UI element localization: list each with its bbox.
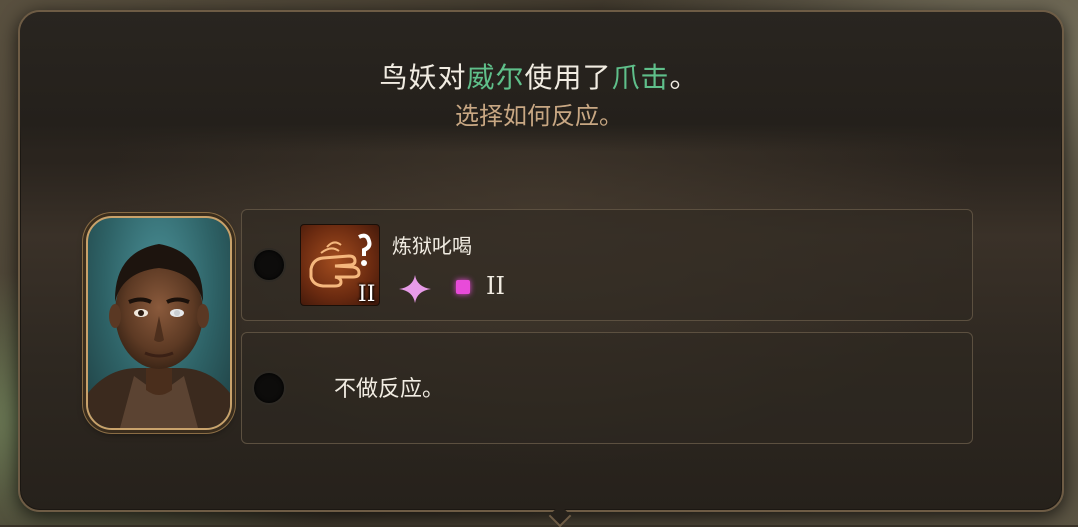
attacker-name: 鸟妖 — [379, 61, 438, 94]
radio-button[interactable] — [252, 371, 286, 405]
prompt-verb-to: 对 — [437, 61, 467, 94]
character-portrait — [86, 216, 232, 430]
reaction-option-hellish-rebuke[interactable]: II 炼狱叱喝 II — [241, 209, 973, 321]
spell-name: 炼狱叱喝 — [392, 234, 472, 258]
reaction-prompt-title: 鸟妖对威尔使用了爪击。 — [0, 56, 1078, 96]
spell-slot-icon — [456, 280, 470, 294]
spell-level-label: II — [358, 282, 376, 307]
action-spark-icon — [399, 275, 431, 303]
reaction-option-no-reaction[interactable]: 不做反应。 — [241, 332, 973, 444]
prompt-end: 。 — [669, 61, 699, 94]
target-name: 威尔 — [466, 61, 525, 94]
prompt-verb-used: 使用了 — [524, 61, 612, 94]
radio-button[interactable] — [252, 248, 286, 282]
no-reaction-label: 不做反应。 — [334, 377, 445, 402]
reaction-prompt-subtitle: 选择如何反应。 — [455, 102, 623, 130]
attack-name: 爪击 — [611, 61, 670, 94]
character-portrait-icon — [88, 244, 230, 428]
spell-slot-level: II — [486, 272, 505, 300]
